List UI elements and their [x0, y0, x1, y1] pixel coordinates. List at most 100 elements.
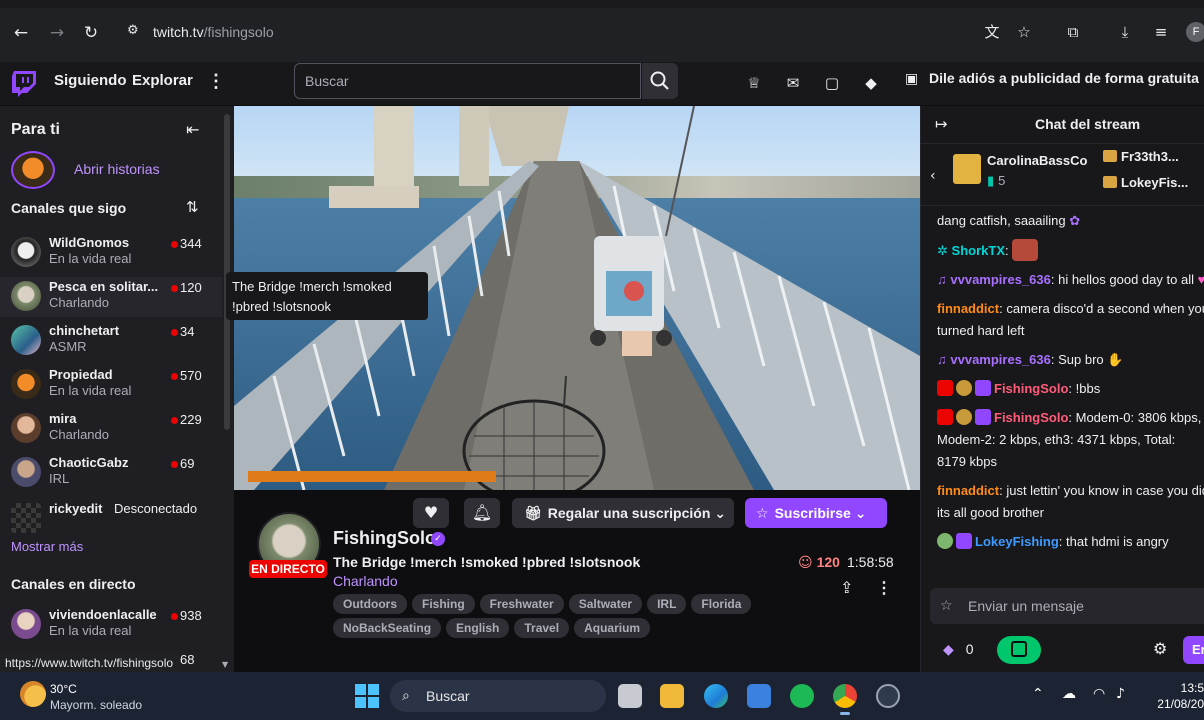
- whispers-icon[interactable]: ▢: [822, 73, 842, 93]
- bits-balance[interactable]: ◆ 0: [943, 641, 974, 658]
- sidebar-channel[interactable]: mira Charlando 229: [0, 409, 222, 449]
- site-info-icon[interactable]: ⚙: [127, 23, 143, 39]
- bits-icon[interactable]: ◆: [861, 73, 881, 93]
- file-explorer-icon[interactable]: [660, 684, 684, 708]
- gifter-name: LokeyFis...: [1121, 175, 1189, 190]
- tag[interactable]: IRL: [647, 594, 687, 614]
- chat-username[interactable]: FishingSolo: [994, 381, 1068, 396]
- sidebar-channel[interactable]: chinchetart ASMR 34: [0, 321, 222, 361]
- taskbar-clock[interactable]: 13:5 21/08/20: [1150, 680, 1204, 712]
- live-indicator: [171, 613, 178, 620]
- spotify-icon[interactable]: [790, 684, 814, 708]
- crown-icon[interactable]: ♕: [744, 73, 764, 93]
- store-icon[interactable]: [747, 684, 771, 708]
- chat-username[interactable]: vvvampires_636: [950, 272, 1050, 287]
- sort-icon[interactable]: ⇅: [186, 198, 199, 216]
- chat-username[interactable]: vvvampires_636: [950, 352, 1050, 367]
- collapse-sidebar-icon[interactable]: ⇤: [186, 120, 199, 139]
- onedrive-icon[interactable]: ☁: [1062, 686, 1076, 702]
- windows-start-icon[interactable]: [355, 684, 379, 708]
- open-stories-link[interactable]: Abrir historias: [74, 161, 160, 177]
- nav-following[interactable]: Siguiendo: [54, 72, 127, 89]
- translate-icon[interactable]: 文: [982, 22, 1002, 42]
- top-gifter-name[interactable]: CarolinaBassCo: [987, 153, 1087, 168]
- gifter-entry[interactable]: Fr33th3...: [1103, 149, 1179, 164]
- stories-avatar[interactable]: [11, 151, 55, 189]
- tray-overflow-icon[interactable]: ⌃: [1032, 686, 1044, 702]
- gifter-entry[interactable]: LokeyFis...: [1103, 175, 1188, 190]
- sidebar-channel[interactable]: WildGnomos En la vida real 344: [0, 233, 222, 273]
- tag[interactable]: Fishing: [412, 594, 475, 614]
- url-text[interactable]: twitch.tv/fishingsolo: [153, 24, 274, 40]
- fish-badge-icon: [956, 409, 972, 425]
- obs-icon[interactable]: [876, 684, 900, 708]
- search-input[interactable]: Buscar: [294, 63, 641, 99]
- task-view-icon[interactable]: [618, 684, 642, 708]
- forward-icon[interactable]: →: [46, 22, 68, 44]
- follow-heart-button[interactable]: ♥: [413, 498, 449, 528]
- notifications-button[interactable]: 🔔︎: [464, 498, 500, 528]
- chat-message-input[interactable]: ☆ Enviar un mensaje: [930, 588, 1204, 624]
- tag[interactable]: Aquarium: [574, 618, 651, 638]
- weather-desc[interactable]: Mayorm. soleado: [50, 698, 142, 712]
- chat-username[interactable]: finnaddict: [937, 483, 999, 498]
- sidebar-channel[interactable]: viviendoenlacalle En la vida real 938: [0, 605, 222, 645]
- twitch-logo-icon[interactable]: [12, 71, 36, 97]
- stream-category-link[interactable]: Charlando: [333, 573, 398, 589]
- nav-browse[interactable]: Explorar: [132, 72, 193, 89]
- show-more-link[interactable]: Mostrar más: [11, 539, 83, 554]
- channel-category: ASMR: [49, 339, 87, 354]
- gift-box-icon: [953, 154, 981, 184]
- gear-icon[interactable]: ⚙: [1153, 639, 1167, 658]
- collapse-chat-icon[interactable]: ↦: [935, 115, 948, 133]
- channel-name: WildGnomos: [49, 235, 130, 250]
- subscribe-button[interactable]: ☆ Suscribirse ⌄: [745, 498, 887, 528]
- chrome-icon[interactable]: [833, 684, 857, 715]
- more-menu-icon[interactable]: ⋮: [207, 71, 225, 92]
- chat-username[interactable]: ShorkTX: [952, 243, 1005, 258]
- sidebar-channel[interactable]: Pesca en solitar... Charlando 120: [0, 277, 222, 317]
- channel-points-button[interactable]: [997, 636, 1041, 664]
- bits-value: 0: [965, 641, 974, 657]
- weather-temp[interactable]: 30°C: [50, 682, 77, 696]
- share-icon[interactable]: ⇪: [840, 578, 853, 597]
- tag[interactable]: Florida: [691, 594, 752, 614]
- volume-icon[interactable]: ♪: [1116, 686, 1125, 702]
- bookmark-star-icon[interactable]: ☆: [1014, 22, 1034, 42]
- stream-viewers-value: 120: [816, 554, 840, 570]
- inbox-icon[interactable]: ✉: [783, 73, 803, 93]
- extensions-icon[interactable]: ⧉: [1063, 22, 1083, 42]
- sidebar-channel[interactable]: Propiedad En la vida real 570: [0, 365, 222, 405]
- chat-username[interactable]: LokeyFishing: [975, 534, 1059, 549]
- channel-category: Charlando: [49, 427, 109, 442]
- more-options-icon[interactable]: ⋮: [876, 578, 892, 598]
- chat-username[interactable]: FishingSolo: [994, 410, 1068, 425]
- back-icon[interactable]: ←: [10, 22, 32, 44]
- streamer-name[interactable]: FishingSolo: [333, 528, 436, 549]
- sidebar-channel[interactable]: ChaoticGabz IRL 69: [0, 453, 222, 493]
- reload-icon[interactable]: ↻: [80, 22, 102, 44]
- ad-free-button[interactable]: ▣ Dile adiós a publicidad de forma gratui…: [905, 70, 1199, 87]
- edge-browser-icon[interactable]: [704, 684, 728, 708]
- tag[interactable]: NoBackSeating: [333, 618, 442, 638]
- search-button[interactable]: [642, 63, 678, 99]
- tag[interactable]: Travel: [514, 618, 570, 638]
- viewer-count: 938: [180, 608, 202, 623]
- scroll-down-icon[interactable]: ▼: [222, 660, 228, 669]
- profile-avatar[interactable]: F: [1186, 22, 1204, 42]
- gift-sub-button[interactable]: 🎁︎ Regalar una suscripción ⌄: [512, 498, 734, 528]
- tag[interactable]: Saltwater: [568, 594, 643, 614]
- tag[interactable]: Outdoors: [333, 594, 407, 614]
- taskbar-search[interactable]: ⌕ Buscar: [390, 680, 606, 712]
- download-icon[interactable]: ⤓: [1115, 22, 1135, 42]
- chat-send-button[interactable]: Enviar: [1183, 636, 1204, 664]
- wifi-icon[interactable]: ◠: [1093, 686, 1105, 702]
- chat-emote-star-icon[interactable]: ☆: [940, 588, 953, 624]
- tag[interactable]: Freshwater: [479, 594, 564, 614]
- chevron-left-icon[interactable]: ‹: [930, 168, 936, 184]
- sidebar-channel[interactable]: rickyedit Desconectado: [0, 499, 222, 539]
- tag[interactable]: English: [446, 618, 510, 638]
- weather-icon[interactable]: [20, 681, 46, 707]
- chat-username[interactable]: finnaddict: [937, 301, 999, 316]
- media-controls-icon[interactable]: ≡: [1151, 22, 1171, 42]
